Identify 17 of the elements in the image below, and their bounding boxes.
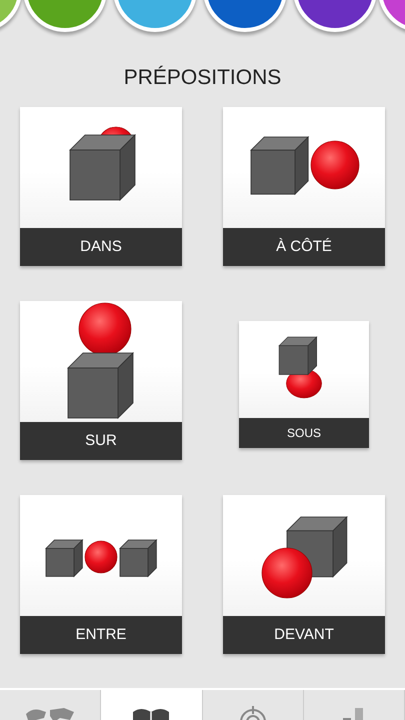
card-label: SUR <box>20 422 182 460</box>
preposition-card[interactable]: ENTRE <box>20 495 182 654</box>
card-label: À CÔTÉ <box>223 228 385 266</box>
card-label: DANS <box>20 228 182 266</box>
target-icon <box>238 706 268 720</box>
card-label: DEVANT <box>223 616 385 654</box>
screen-title: PRÉPOSITIONS <box>122 64 282 91</box>
card-label: ENTRE <box>20 616 182 654</box>
preposition-card[interactable]: À CÔTÉ <box>223 107 385 266</box>
preposition-card[interactable]: SOUS <box>239 321 369 448</box>
world-map-icon <box>24 706 76 720</box>
nav-tab[interactable] <box>101 690 202 720</box>
cube-over-ball-drawing <box>278 336 322 398</box>
preposition-card[interactable]: DANS <box>20 107 182 266</box>
preposition-card[interactable]: DEVANT <box>223 495 385 654</box>
card-label: SOUS <box>239 418 369 448</box>
preposition-card[interactable]: SUR <box>20 301 182 460</box>
